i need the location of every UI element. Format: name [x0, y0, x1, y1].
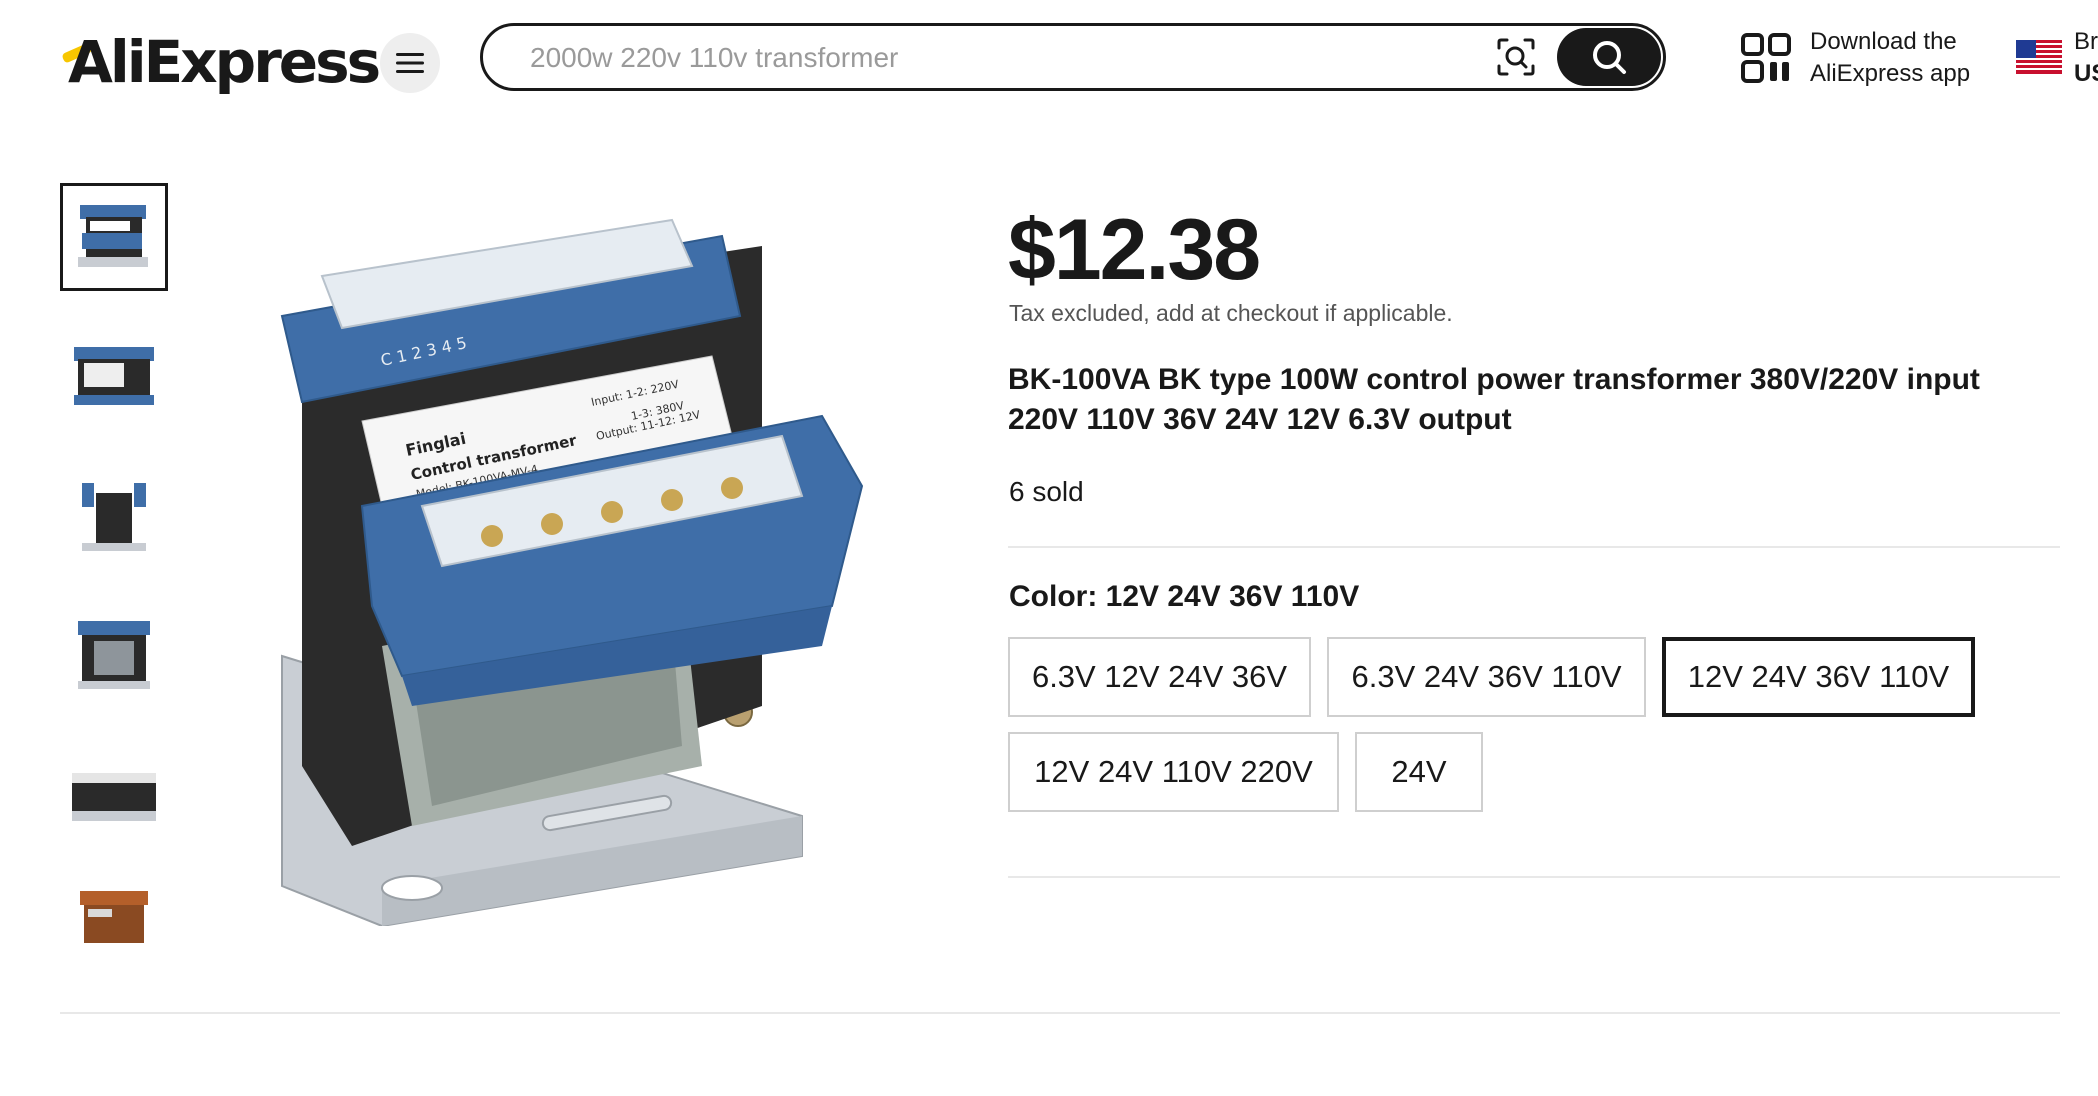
download-app-text: Download the AliExpress app — [1810, 26, 1970, 90]
qr-code-icon — [1741, 33, 1791, 83]
download-app-line2: AliExpress app — [1810, 60, 1971, 87]
search-submit-button[interactable] — [1557, 28, 1661, 86]
logo-accent-mark: AliExpress — [68, 28, 381, 96]
thumbnail-1[interactable] — [60, 183, 168, 291]
download-app-line1: Download the — [1810, 28, 1957, 55]
thumbnail-image — [80, 891, 148, 943]
variant-option-selected[interactable]: 12V 24V 36V 110V — [1662, 637, 1975, 717]
variant-option[interactable]: 6.3V 24V 36V 110V — [1327, 637, 1646, 717]
color-label: Color: 12V 24V 36V 110V — [1009, 580, 1360, 613]
product-title-line2: 220V 110V 36V 24V 12V 6.3V output — [1008, 403, 1512, 436]
locale-selector[interactable] — [2016, 40, 2062, 74]
search-icon — [1593, 41, 1626, 74]
sold-count: 6 sold — [1009, 476, 1084, 507]
divider — [1008, 546, 2060, 548]
product-price: $12.38 — [1008, 202, 1261, 298]
us-flag-icon — [2016, 40, 2062, 74]
search-bar — [480, 23, 1666, 91]
hamburger-icon — [396, 53, 424, 73]
section-divider — [60, 1012, 2060, 1014]
menu-button[interactable] — [380, 33, 440, 93]
locale-line2: US — [2074, 60, 2098, 87]
thumbnail-image — [78, 205, 148, 267]
divider — [1008, 876, 2060, 878]
transformer-illustration: C 1 2 3 4 5 Finglai Control transformer … — [280, 218, 864, 928]
variant-option[interactable]: 6.3V 12V 24V 36V — [1008, 637, 1311, 717]
thumbnail-4[interactable] — [60, 603, 168, 711]
product-title: BK-100VA BK type 100W control power tran… — [1008, 360, 2008, 440]
variant-option[interactable]: 12V 24V 110V 220V — [1008, 732, 1339, 812]
search-input[interactable] — [528, 40, 1432, 76]
product-title-line1: BK-100VA BK type 100W control power tran… — [1008, 363, 1980, 396]
thumbnail-5[interactable] — [60, 743, 168, 851]
thumbnail-3[interactable] — [60, 463, 168, 571]
download-app-link[interactable]: Download the AliExpress app — [1740, 26, 1970, 90]
thumbnail-image — [72, 773, 156, 821]
variant-option[interactable]: 24V — [1355, 732, 1483, 812]
thumbnail-image — [74, 347, 154, 405]
main-product-image[interactable]: C 1 2 3 4 5 Finglai Control transformer … — [262, 206, 902, 928]
thumbnail-image — [82, 483, 146, 551]
aliexpress-logo[interactable]: AliExpress — [68, 26, 381, 98]
camera-scan-icon — [1497, 38, 1535, 76]
thumbnail-2[interactable] — [60, 323, 168, 431]
thumbnail-image — [78, 621, 150, 689]
locale-line1: Br — [2074, 28, 2098, 55]
locale-text[interactable]: Br US — [2074, 26, 2098, 90]
thumbnail-6[interactable] — [60, 883, 168, 943]
image-search-button[interactable] — [1495, 36, 1537, 78]
tax-note: Tax excluded, add at checkout if applica… — [1009, 300, 1453, 326]
